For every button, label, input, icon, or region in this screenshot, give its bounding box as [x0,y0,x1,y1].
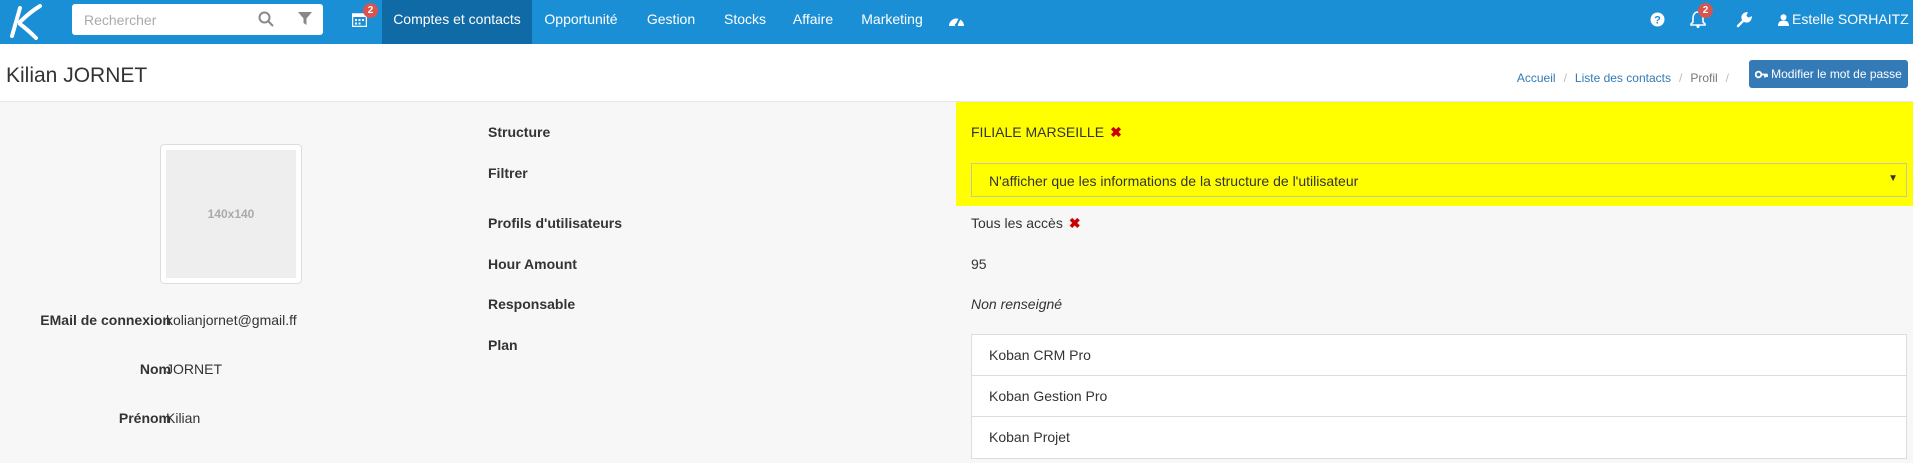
svg-text:?: ? [1654,15,1661,27]
dashboard-icon[interactable] [948,13,965,30]
plan-label: Plan [488,337,518,353]
structure-label: Structure [488,124,551,140]
filter-select[interactable]: N'afficher que les informations de la st… [971,163,1907,197]
hour-amount-value: 95 [971,256,987,272]
breadcrumb-separator: / [1678,71,1683,85]
avatar-placeholder: 140x140 [166,150,296,278]
search-input[interactable] [84,4,254,35]
user-icon [1778,14,1789,26]
breadcrumb-separator: / [1725,71,1729,85]
wrench-icon[interactable] [1736,12,1752,31]
key-icon [1754,70,1769,79]
hour-amount-label: Hour Amount [488,256,577,272]
nom-value: JORNET [166,361,222,377]
page-header: Kilian JORNET Accueil / Liste des contacts… [0,44,1913,102]
breadcrumb: Accueil / Liste des contacts / Profil / [1517,71,1737,85]
nom-label: Nom [139,361,171,377]
nav-marketing[interactable]: Marketing [848,0,936,44]
responsable-label: Responsable [488,296,576,312]
breadcrumb-accueil[interactable]: Accueil [1517,71,1556,85]
nav-opportunite[interactable]: Opportunité [532,0,630,44]
remove-profile-icon[interactable]: ✖ [1069,215,1081,231]
avatar: 140x140 [160,144,302,284]
nav-stocks[interactable]: Stocks [712,0,778,44]
plan-item-gestion-pro[interactable]: Koban Gestion Pro [972,376,1906,417]
dropdown-arrow-icon: ▼ [1888,173,1898,184]
profils-label: Profils d'utilisateurs [488,215,623,231]
search-icon[interactable] [258,11,274,27]
top-navbar: 2 Comptes et contacts Opportunité Gestio… [0,0,1913,44]
plan-item-projet[interactable]: Koban Projet [972,417,1906,458]
profils-value: Tous les accès [971,215,1063,231]
breadcrumb-profil: Profil [1690,71,1718,85]
prenom-value: Kilian [166,410,201,426]
change-password-label: Modifier le mot de passe [1771,67,1902,81]
logo-k[interactable] [0,0,52,44]
user-name: Estelle SORHAITZ [1792,11,1909,27]
user-menu[interactable]: Estelle SORHAITZ ▼ [1778,0,1913,44]
change-password-button[interactable]: Modifier le mot de passe [1749,60,1908,88]
page-title: Kilian JORNET [6,64,148,87]
remove-structure-icon[interactable]: ✖ [1110,124,1122,140]
structure-value: FILIALE MARSEILLE [971,124,1105,140]
profils-value-tag: Tous les accès ✖ [971,215,1081,232]
notifications-badge: 2 [1698,3,1713,18]
nav-gestion[interactable]: Gestion [630,0,712,44]
prenom-label: Prénom [118,410,171,426]
nav-comptes-contacts[interactable]: Comptes et contacts [382,0,532,44]
plan-item-crm-pro[interactable]: Koban CRM Pro [972,335,1906,376]
structure-value-tag: FILIALE MARSEILLE ✖ [971,124,1122,141]
email-label: EMail de connexion [40,312,171,328]
help-icon[interactable]: ? [1650,12,1665,30]
filter-icon[interactable] [298,12,312,26]
breadcrumb-separator: / [1563,71,1567,85]
nav-affaire[interactable]: Affaire [778,0,848,44]
email-value: kolianjornet@gmail.ff [166,312,297,328]
plan-list: Koban CRM Pro Koban Gestion Pro Koban Pr… [971,334,1907,459]
calendar-button[interactable]: 2 [346,0,382,44]
notifications-button[interactable]: 2 [1686,0,1720,44]
filter-selected-value: N'afficher que les informations de la st… [989,173,1359,189]
filtrer-label: Filtrer [488,165,528,181]
calendar-badge: 2 [363,3,378,18]
search-box [72,4,323,35]
breadcrumb-liste-contacts[interactable]: Liste des contacts [1575,71,1671,85]
responsable-value: Non renseigné [971,296,1063,312]
